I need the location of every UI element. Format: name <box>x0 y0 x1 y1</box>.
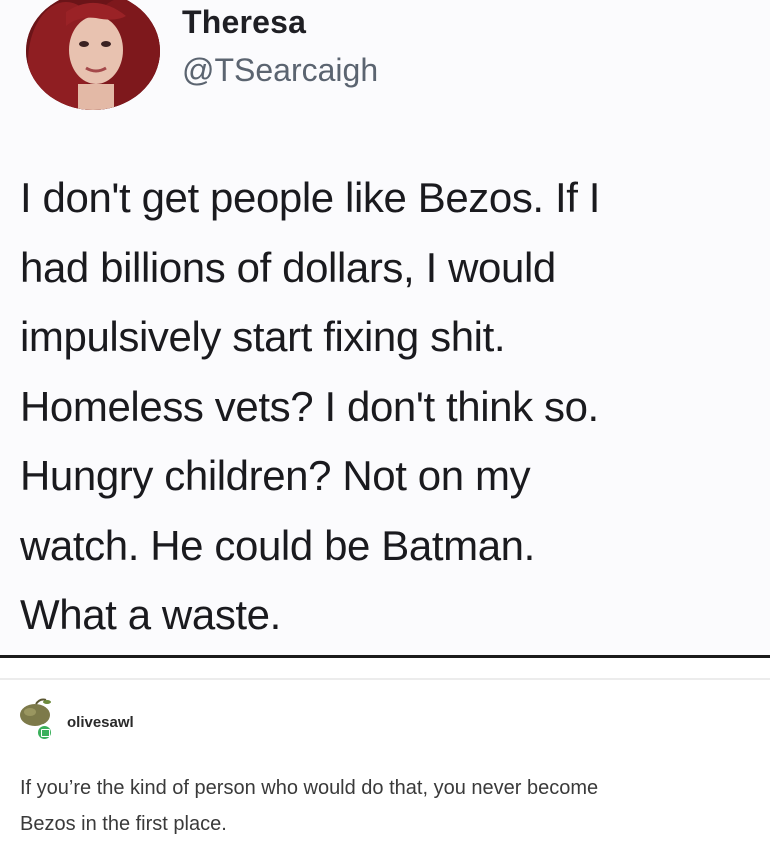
tumblr-reblog: olivesawl If you’re the kind of person w… <box>0 658 770 861</box>
tweet-text-line: What a waste. <box>20 591 281 638</box>
tweet-avatar[interactable] <box>26 0 160 110</box>
tweet-body: I don't get people like Bezos. If I had … <box>20 163 765 650</box>
tweet-text-line: had billions of dollars, I would <box>20 243 556 291</box>
chat-badge-icon <box>36 724 53 741</box>
reblog-username[interactable]: olivesawl <box>67 714 134 731</box>
tweet-text-line: I don't get people like Bezos. If I <box>20 174 601 221</box>
tweet-text-line: impulsively start fixing shit. <box>20 313 506 360</box>
screenshot-page: Theresa @TSearcaigh I don't get people l… <box>0 0 770 861</box>
olive-avatar-icon[interactable] <box>16 698 54 728</box>
tweet-card: Theresa @TSearcaigh I don't get people l… <box>0 0 770 656</box>
reblog-text-line: Bezos in the first place. <box>20 813 227 835</box>
reblog-text-line: If you’re the kind of person who would d… <box>20 777 599 799</box>
tweet-text-line: Hungry children? Not on my <box>20 452 531 499</box>
tweet-text-line: watch. He could be Batman. <box>20 521 535 569</box>
profile-photo-icon <box>26 0 160 110</box>
tweet-handle[interactable]: @TSearcaigh <box>182 52 378 89</box>
reblog-body: If you’re the kind of person who would d… <box>20 770 760 842</box>
tweet-text-line: Homeless vets? I don't think so. <box>20 382 599 430</box>
reblog-separator <box>0 678 770 680</box>
tweet-display-name[interactable]: Theresa <box>182 4 306 41</box>
